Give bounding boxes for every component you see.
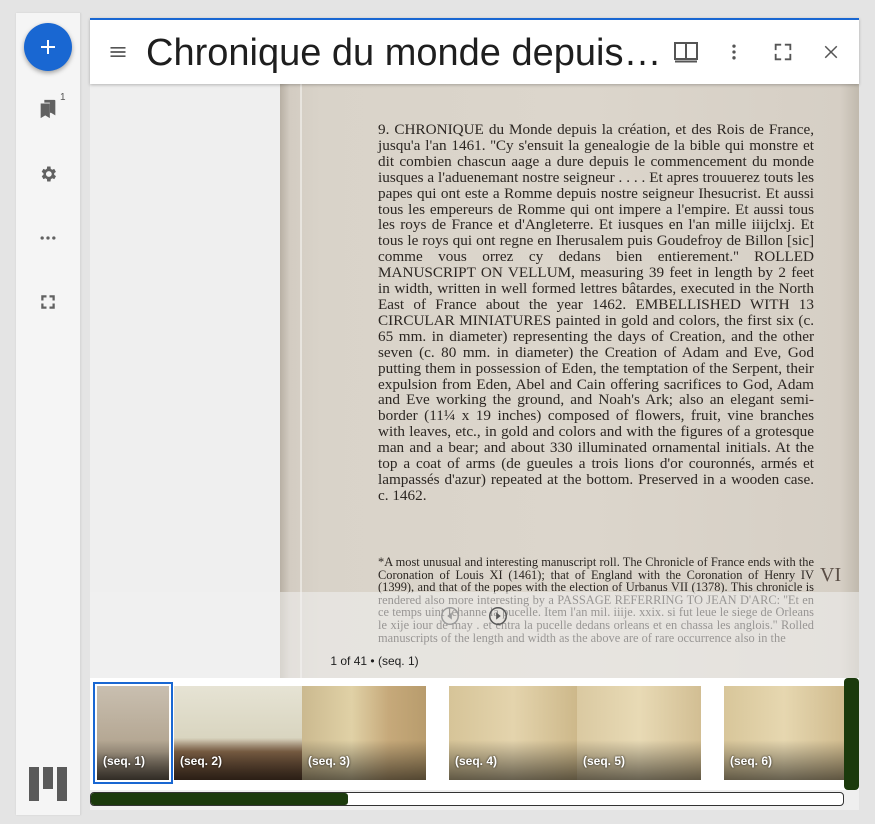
viewer-window: Chronique du monde depuis la création, e…: [90, 18, 859, 810]
more-vertical-icon: [732, 44, 736, 60]
horizontal-scrollbar-thumb[interactable]: [91, 793, 348, 805]
thumbnail-label: (seq. 5): [583, 754, 626, 768]
canvas-position-text: 1 of 41 • (seq. 1): [330, 654, 419, 668]
page-fold: [300, 82, 302, 678]
previous-canvas-button[interactable]: [438, 604, 462, 628]
plus-icon: [41, 40, 55, 54]
page-image: 9. CHRONIQUE du Monde depuis la création…: [280, 82, 859, 678]
sidebar-toggle-button[interactable]: [102, 36, 134, 68]
thumbnail-seq-4[interactable]: (seq. 4): [449, 686, 577, 780]
thumbnail-label: (seq. 1): [103, 754, 146, 768]
thumbnail-label: (seq. 3): [308, 754, 351, 768]
thumbnail-seq-2[interactable]: (seq. 2): [174, 686, 302, 780]
thumbnail-seq-5[interactable]: (seq. 5): [577, 686, 701, 780]
menu-icon: [110, 47, 126, 57]
canvas-position-label: 1 of 41 • (seq. 1): [90, 654, 859, 668]
margin-note: VI: [820, 564, 842, 586]
horizontal-scrollbar[interactable]: [90, 792, 844, 806]
maximize-icon: [774, 43, 792, 61]
thumbnail-label: (seq. 6): [730, 754, 773, 768]
thumbnail-seq-1[interactable]: (seq. 1): [93, 682, 173, 784]
thumbnail-seq-6[interactable]: (seq. 6): [724, 686, 844, 780]
rotate-left-icon: [441, 607, 459, 625]
book-view-icon: [674, 42, 698, 63]
window-menu-button[interactable]: [718, 36, 750, 68]
thumbnail-label: (seq. 4): [455, 754, 498, 768]
canvas-controls-overlay: 1 of 41 • (seq. 1): [90, 592, 859, 678]
fullscreen-button[interactable]: [32, 286, 64, 318]
mirador-logo-icon: [29, 767, 67, 806]
thumbnail-seq-3[interactable]: (seq. 3): [302, 686, 426, 780]
maximize-window-button[interactable]: [767, 36, 799, 68]
add-resource-button[interactable]: [24, 23, 72, 71]
settings-button[interactable]: [32, 158, 64, 190]
bookmarks-icon: [40, 99, 56, 119]
thumbnail-strip: (seq. 1) (seq. 2) (seq. 3) (seq. 4) (seq…: [90, 678, 859, 790]
close-window-button[interactable]: [815, 36, 847, 68]
window-title: Chronique du monde depuis la création, e…: [146, 32, 666, 74]
view-mode-button[interactable]: [670, 36, 702, 68]
vertical-scrollbar[interactable]: [844, 678, 859, 790]
fullscreen-icon: [41, 295, 55, 309]
more-options-button[interactable]: [32, 222, 64, 254]
more-horizontal-icon: [40, 236, 56, 240]
close-icon: [824, 45, 838, 59]
gear-icon: [41, 166, 56, 182]
bookmarks-badge: 1: [60, 92, 66, 103]
play-icon: [489, 607, 507, 625]
window-titlebar: Chronique du monde depuis la création, e…: [90, 18, 859, 84]
next-canvas-button[interactable]: [486, 604, 510, 628]
page-main-text: 9. CHRONIQUE du Monde depuis la création…: [378, 121, 814, 504]
companion-rail: 1: [16, 13, 81, 815]
thumbnail-label: (seq. 2): [180, 754, 223, 768]
image-canvas[interactable]: 9. CHRONIQUE du Monde depuis la création…: [90, 82, 859, 678]
